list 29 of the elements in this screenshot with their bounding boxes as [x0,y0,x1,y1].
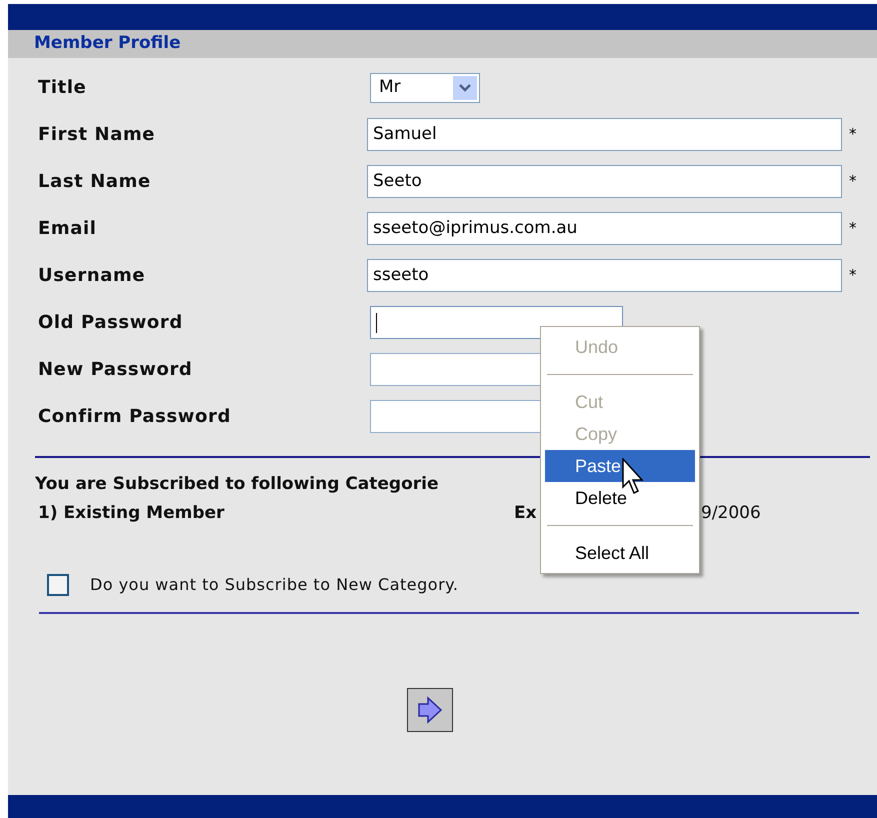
arrow-right-icon [416,696,442,724]
category-name: 1) Existing Member [38,502,226,525]
required-mark: * [849,171,856,192]
required-mark: * [849,218,856,240]
expiry-label: Ex [514,502,538,525]
menu-item[interactable]: Select All [545,537,695,569]
text-field[interactable]: Seeto [367,165,842,198]
title-select[interactable]: Mr [370,72,480,102]
subscribe-label: Do you want to Subscribe to New Category. [90,574,458,596]
next-button[interactable] [406,688,452,732]
menu-item[interactable]: Delete [545,482,695,514]
text-field[interactable]: sseeto@iprimus.com.au [367,212,842,245]
subscriptions-heading: You are Subscribed to following Categorie [35,474,439,494]
field-label: Old Password [37,311,184,335]
subscribe-checkbox[interactable] [47,574,69,596]
field-label: New Password [37,358,194,382]
section-title: Member Profile [34,32,181,56]
expiry-date: 9/2006 [701,502,761,525]
field-label: First Name [37,123,156,147]
field-label: Email [37,217,98,241]
field-label: Title [37,76,88,100]
required-mark: * [849,265,856,286]
field-label: Last Name [37,170,152,194]
text-field[interactable]: sseeto [367,259,842,292]
field-label: Confirm Password [37,405,232,429]
field-label: Username [37,264,146,288]
text-field[interactable]: Samuel [367,118,842,151]
menu-item[interactable]: Paste [545,450,695,482]
required-mark: * [849,124,856,146]
